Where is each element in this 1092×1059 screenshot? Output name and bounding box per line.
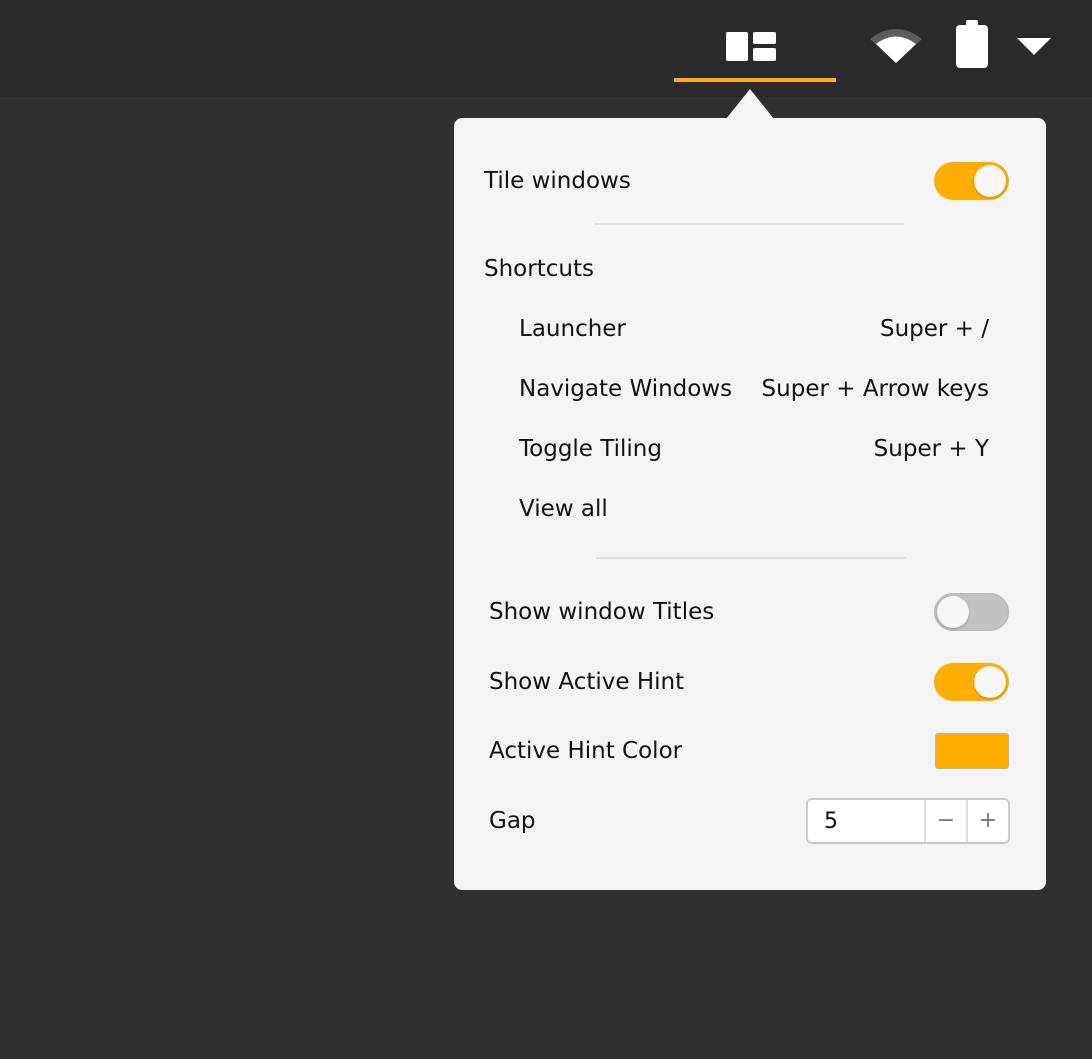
popover-arrow (726, 89, 774, 119)
shortcut-label: Navigate Windows (519, 376, 733, 402)
toggle-knob (974, 165, 1006, 197)
gap-spinbutton: − + (806, 798, 1010, 844)
active-indicator-underline (674, 78, 836, 82)
toggle-knob (937, 596, 969, 628)
shortcut-row: Toggle Tiling Super + Y (519, 434, 989, 464)
shortcut-label: Toggle Tiling (519, 436, 662, 462)
show-window-titles-label: Show window Titles (489, 599, 715, 625)
shortcut-row: Navigate Windows Super + Arrow keys (519, 374, 989, 404)
show-window-titles-toggle[interactable] (934, 593, 1009, 631)
battery-icon[interactable] (955, 20, 989, 70)
view-all-shortcuts-link[interactable]: View all (519, 494, 608, 524)
tile-windows-toggle[interactable] (934, 162, 1009, 200)
gap-decrement-button[interactable]: − (924, 800, 966, 842)
shortcuts-heading-row: Shortcuts (484, 254, 594, 284)
gap-label: Gap (489, 808, 536, 834)
view-all-label: View all (519, 496, 608, 522)
system-menu-arrow-icon[interactable] (1017, 38, 1051, 56)
shortcut-row: Launcher Super + / (519, 314, 989, 344)
tile-windows-row: Tile windows (484, 162, 1009, 200)
shortcut-keys: Super + Y (873, 436, 989, 462)
show-active-hint-toggle[interactable] (934, 663, 1009, 701)
show-active-hint-row: Show Active Hint (489, 663, 1009, 701)
tile-windows-label: Tile windows (484, 168, 631, 194)
tiling-indicator-button[interactable] (674, 12, 836, 84)
active-hint-color-row: Active Hint Color (489, 733, 1009, 769)
shortcut-keys: Super + Arrow keys (761, 376, 989, 402)
wifi-icon[interactable] (868, 25, 924, 65)
gap-row: Gap − + (489, 798, 1010, 844)
gap-increment-button[interactable]: + (966, 800, 1008, 842)
show-window-titles-row: Show window Titles (489, 593, 1009, 631)
separator (594, 223, 904, 225)
active-hint-color-swatch[interactable] (935, 733, 1009, 769)
separator (596, 557, 906, 559)
shortcuts-heading: Shortcuts (484, 256, 594, 282)
top-panel (0, 0, 1092, 97)
active-hint-color-label: Active Hint Color (489, 738, 683, 764)
shortcut-label: Launcher (519, 316, 626, 342)
tiling-popover: Tile windows Shortcuts Launcher Super + … (454, 118, 1046, 890)
shortcut-keys: Super + / (879, 316, 989, 342)
gap-value-input[interactable] (808, 800, 924, 842)
toggle-knob (974, 666, 1006, 698)
tiling-icon (726, 32, 776, 61)
show-active-hint-label: Show Active Hint (489, 669, 685, 695)
